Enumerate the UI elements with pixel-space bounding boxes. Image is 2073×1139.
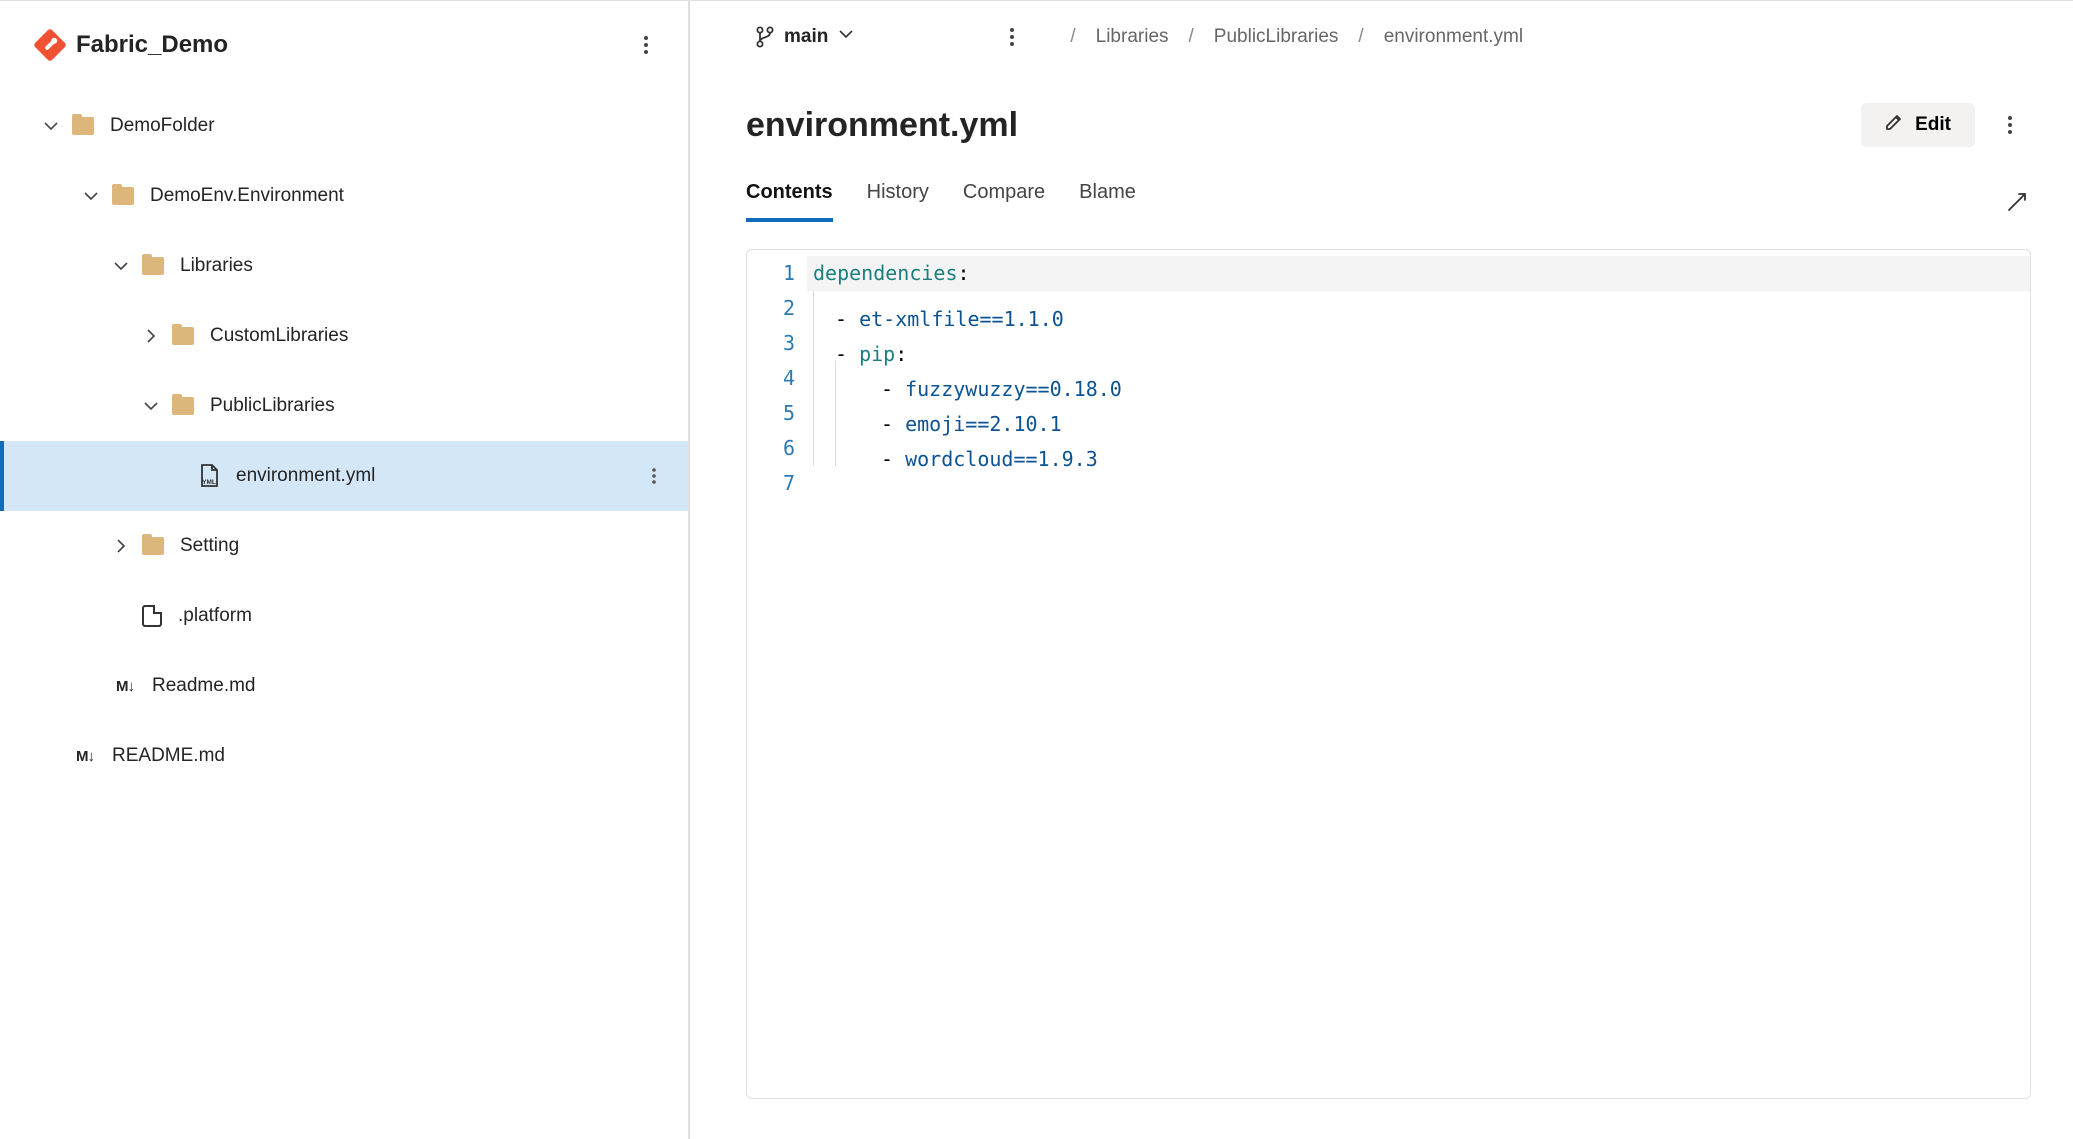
chevron-down-icon xyxy=(112,257,130,275)
tree-folder-publiclibraries[interactable]: PublicLibraries xyxy=(0,371,688,441)
tree-row-more-button[interactable] xyxy=(638,460,670,492)
tab-contents[interactable]: Contents xyxy=(746,181,833,222)
code-line: - wordcloud==1.9.3 xyxy=(807,431,2030,466)
tree-folder-setting[interactable]: Setting xyxy=(0,511,688,581)
line-number: 5 xyxy=(747,396,795,431)
app-root: Fabric_Demo DemoFolder DemoEnv.Environme… xyxy=(0,0,2073,1139)
folder-icon xyxy=(142,537,164,555)
tree-label: Setting xyxy=(180,535,688,557)
tree-label: DemoFolder xyxy=(110,115,688,137)
tree-label: Readme.md xyxy=(152,675,688,697)
expand-icon[interactable] xyxy=(2003,188,2031,216)
line-number: 4 xyxy=(747,361,795,396)
tree-file-environment-yml[interactable]: YML environment.yml xyxy=(0,441,688,511)
tree-file-readme-lower[interactable]: M↓ Readme.md xyxy=(0,651,688,721)
folder-icon xyxy=(172,397,194,415)
code-line xyxy=(807,466,2030,501)
repo-title: Fabric_Demo xyxy=(76,31,614,59)
chevron-right-icon xyxy=(112,537,130,555)
toolbar-more-button[interactable] xyxy=(994,19,1030,55)
folder-icon xyxy=(142,257,164,275)
markdown-icon: M↓ xyxy=(112,676,138,696)
breadcrumb-libraries[interactable]: Libraries xyxy=(1096,26,1169,48)
folder-icon xyxy=(72,117,94,135)
tree-label: Libraries xyxy=(180,255,688,277)
tree-label: CustomLibraries xyxy=(210,325,688,347)
chevron-down-icon xyxy=(42,117,60,135)
chevron-down-icon xyxy=(838,26,854,48)
edit-label: Edit xyxy=(1915,114,1951,136)
file-title: environment.yml xyxy=(746,106,1861,145)
title-row: environment.yml Edit xyxy=(746,103,2031,147)
tree-folder-demofolder[interactable]: DemoFolder xyxy=(0,91,688,161)
code-line: - pip: xyxy=(807,326,2030,361)
chevron-down-icon xyxy=(142,397,160,415)
yml-file-icon: YML xyxy=(198,464,220,488)
chevron-down-icon xyxy=(82,187,100,205)
code-viewer: 1 2 3 4 5 6 7 dependencies: - et-xmlfile… xyxy=(746,249,2031,1099)
git-repo-icon xyxy=(33,28,67,62)
branch-name: main xyxy=(784,26,828,48)
tree-file-readme-upper[interactable]: M↓ README.md xyxy=(0,721,688,791)
pencil-icon xyxy=(1885,113,1903,137)
breadcrumb-separator: / xyxy=(1070,26,1075,48)
tree-label: .platform xyxy=(178,605,688,627)
tree-folder-libraries[interactable]: Libraries xyxy=(0,231,688,301)
tab-blame[interactable]: Blame xyxy=(1079,181,1136,222)
file-more-button[interactable] xyxy=(1989,104,2031,146)
line-number: 2 xyxy=(747,291,795,326)
repo-header: Fabric_Demo xyxy=(0,15,688,87)
file-tree: DemoFolder DemoEnv.Environment Libraries… xyxy=(0,87,688,791)
tree-file-platform[interactable]: .platform xyxy=(0,581,688,651)
breadcrumb-separator: / xyxy=(1189,26,1194,48)
code-line: - fuzzywuzzy==0.18.0 xyxy=(807,361,2030,396)
tab-history[interactable]: History xyxy=(867,181,929,222)
line-number: 6 xyxy=(747,431,795,466)
tree-label: PublicLibraries xyxy=(210,395,688,417)
line-number: 1 xyxy=(747,256,795,291)
chevron-right-icon xyxy=(142,327,160,345)
toolbar: main / Libraries / PublicLibraries / env… xyxy=(746,1,2031,73)
tree-label: README.md xyxy=(112,745,688,767)
line-number: 7 xyxy=(747,466,795,501)
breadcrumb-separator: / xyxy=(1358,26,1363,48)
code-line: - emoji==2.10.1 xyxy=(807,396,2030,431)
markdown-icon: M↓ xyxy=(72,746,98,766)
tree-folder-demoenv[interactable]: DemoEnv.Environment xyxy=(0,161,688,231)
tabs: Contents History Compare Blame xyxy=(746,181,2031,223)
line-number: 3 xyxy=(747,326,795,361)
branch-icon xyxy=(756,26,774,48)
svg-text:YML: YML xyxy=(202,479,216,486)
file-icon xyxy=(142,605,162,627)
tab-compare[interactable]: Compare xyxy=(963,181,1045,222)
tree-label: DemoEnv.Environment xyxy=(150,185,688,207)
breadcrumb-publiclibraries[interactable]: PublicLibraries xyxy=(1214,26,1339,48)
code-gutter: 1 2 3 4 5 6 7 xyxy=(747,250,807,1098)
code-content[interactable]: dependencies: - et-xmlfile==1.1.0 - pip:… xyxy=(807,250,2030,1098)
main-panel: main / Libraries / PublicLibraries / env… xyxy=(690,1,2073,1139)
folder-icon xyxy=(172,327,194,345)
repo-more-button[interactable] xyxy=(628,27,664,63)
breadcrumb: / Libraries / PublicLibraries / environm… xyxy=(1070,26,1523,48)
sidebar: Fabric_Demo DemoFolder DemoEnv.Environme… xyxy=(0,1,690,1139)
code-line: dependencies: xyxy=(807,256,2030,291)
breadcrumb-current: environment.yml xyxy=(1384,26,1523,48)
tree-label: environment.yml xyxy=(236,465,638,487)
edit-button[interactable]: Edit xyxy=(1861,103,1975,147)
code-line: - et-xmlfile==1.1.0 xyxy=(807,291,2030,326)
folder-icon xyxy=(112,187,134,205)
branch-selector[interactable]: main xyxy=(746,20,864,54)
tree-folder-customlibraries[interactable]: CustomLibraries xyxy=(0,301,688,371)
